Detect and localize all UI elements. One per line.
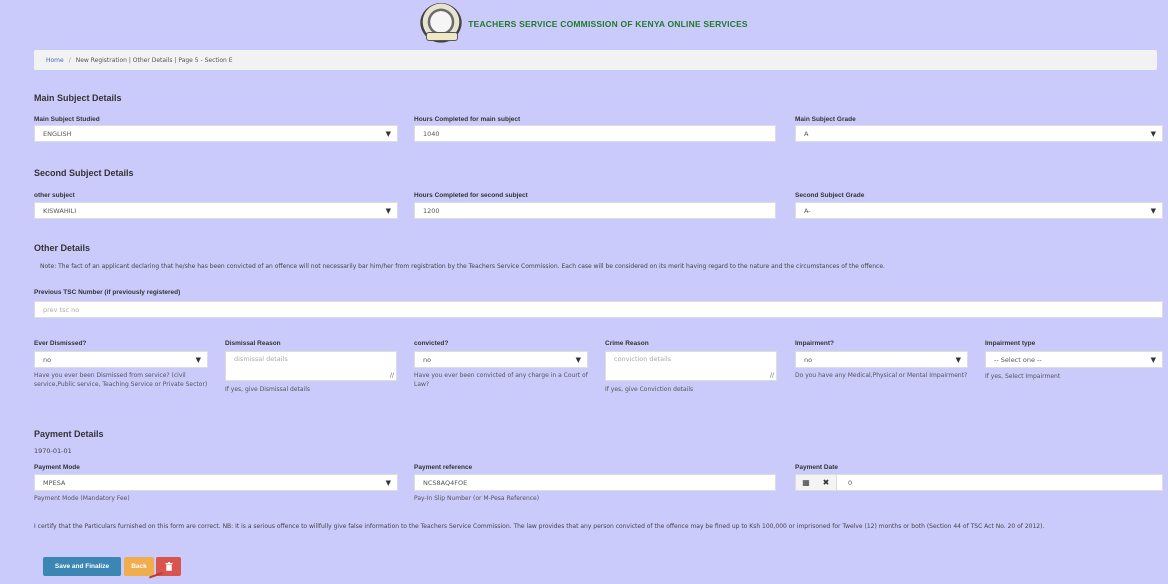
site-header: TEACHERS SERVICE COMMISSION OF KENYA ONL… (0, 0, 1168, 48)
second-grade-value: A- (804, 206, 811, 215)
chevron-down-icon: ▼ (955, 356, 961, 364)
impairment-label: Impairment? (795, 340, 835, 347)
resize-handle-icon[interactable]: // (770, 372, 774, 379)
payment-mode-label: Payment Mode (34, 464, 80, 471)
convicted-label: convicted? (414, 340, 449, 347)
second-grade-label: Second Subject Grade (795, 192, 865, 199)
impairment-select[interactable]: no ▼ (795, 351, 968, 368)
main-subject-heading: Main Subject Details (34, 93, 122, 103)
second-subject-heading: Second Subject Details (34, 168, 134, 178)
payment-mode-help: Payment Mode (Mandatory Fee) (34, 495, 130, 502)
main-grade-select[interactable]: A ▼ (795, 125, 1163, 142)
impairment-type-value: -- Select one -- (994, 355, 1042, 364)
save-and-finalize-button[interactable]: Save and Finalize (43, 557, 121, 576)
resize-handle-icon[interactable]: // (390, 372, 394, 379)
chevron-down-icon: ▼ (385, 479, 391, 487)
impairment-type-select[interactable]: -- Select one -- ▼ (985, 351, 1163, 368)
payment-reference-help: Pay-In Slip Number (or M-Pesa Reference) (414, 495, 540, 502)
payment-mode-select[interactable]: MPESA ▼ (34, 474, 398, 491)
other-subject-label: other subject (34, 192, 75, 199)
breadcrumb-current: New Registration | Other Details | Page … (75, 56, 233, 64)
main-subject-studied-label: Main Subject Studied (34, 116, 100, 123)
chevron-down-icon: ▼ (1150, 356, 1156, 364)
other-details-heading: Other Details (34, 243, 91, 253)
dismissed-select[interactable]: no ▼ (34, 351, 208, 368)
tsc-logo (420, 3, 463, 45)
chevron-down-icon: ▼ (1150, 207, 1156, 215)
payment-mode-value: MPESA (43, 478, 66, 487)
conviction-note: Note: The fact of an applicant declaring… (40, 263, 885, 270)
payment-date-text: 1970-01-01 (34, 447, 72, 455)
dismissal-reason-textarea[interactable]: dismissal details // (225, 351, 397, 381)
chevron-down-icon: ▼ (195, 356, 201, 364)
payment-date-label: Payment Date (795, 464, 838, 471)
prev-tsc-label: Previous TSC Number (if previously regis… (34, 289, 181, 296)
second-grade-select[interactable]: A- ▼ (795, 202, 1163, 219)
crime-reason-help: If yes, give Conviction details (605, 386, 694, 393)
other-subject-value: KISWAHILI (43, 206, 77, 215)
dismissal-reason-label: Dismissal Reason (225, 340, 281, 347)
breadcrumb-separator: / (68, 56, 71, 64)
chevron-down-icon: ▼ (385, 207, 391, 215)
prev-tsc-input[interactable]: prev tsc no (34, 301, 1163, 318)
convicted-value: no (423, 355, 432, 364)
convicted-select[interactable]: no ▼ (414, 351, 588, 368)
second-hours-label: Hours Completed for second subject (414, 192, 528, 199)
payment-reference-label: Payment reference (414, 464, 473, 471)
crime-reason-placeholder: conviction details (614, 355, 672, 363)
main-grade-value: A (804, 129, 809, 138)
main-subject-studied-select[interactable]: ENGLISH ▼ (34, 125, 398, 142)
payment-heading: Payment Details (34, 429, 104, 439)
dismissed-label: Ever Dismissed? (34, 340, 87, 347)
convicted-help: Have you ever been convicted of any char… (414, 372, 588, 388)
dismissed-help: Have you ever been Dismissed from servic… (34, 372, 208, 388)
impairment-value: no (804, 355, 813, 364)
main-grade-label: Main Subject Grade (795, 116, 856, 123)
impairment-type-label: Impairment type (985, 340, 1036, 347)
clear-icon[interactable]: ✖ (816, 475, 837, 490)
impairment-help: Do you have any Medical,Physical or Ment… (795, 372, 968, 379)
dismissal-reason-help: If yes, give Dismissal details (225, 386, 311, 393)
chevron-down-icon: ▼ (575, 356, 581, 364)
main-subject-studied-value: ENGLISH (43, 129, 72, 138)
other-subject-select[interactable]: KISWAHILI ▼ (34, 202, 398, 219)
impairment-type-help: If yes, Select Impairment (985, 373, 1061, 380)
dismissal-reason-placeholder: dismissal details (234, 355, 288, 363)
certification-text: I certify that the Particulars furnished… (34, 523, 1045, 530)
main-hours-input[interactable]: 1040 (414, 125, 776, 142)
crime-reason-label: Crime Reason (605, 340, 649, 347)
main-hours-label: Hours Completed for main subject (414, 116, 521, 123)
site-title: TEACHERS SERVICE COMMISSION OF KENYA ONL… (468, 19, 748, 29)
payment-date-input[interactable]: ▦ ✖ 0 (795, 474, 1163, 491)
crime-reason-textarea[interactable]: conviction details // (605, 351, 777, 381)
second-hours-input[interactable]: 1200 (414, 202, 776, 219)
payment-reference-input[interactable]: NCS8AQ4FOE (414, 474, 776, 491)
calendar-icon[interactable]: ▦ (796, 475, 817, 490)
breadcrumb: Home / New Registration | Other Details … (34, 50, 1157, 70)
chevron-down-icon: ▼ (385, 130, 391, 138)
trash-icon (165, 562, 172, 571)
breadcrumb-home-link[interactable]: Home (46, 57, 64, 64)
chevron-down-icon: ▼ (1150, 130, 1156, 138)
dismissed-value: no (43, 355, 52, 364)
back-button[interactable]: Back (124, 557, 154, 576)
payment-date-value: 0 (848, 478, 853, 487)
